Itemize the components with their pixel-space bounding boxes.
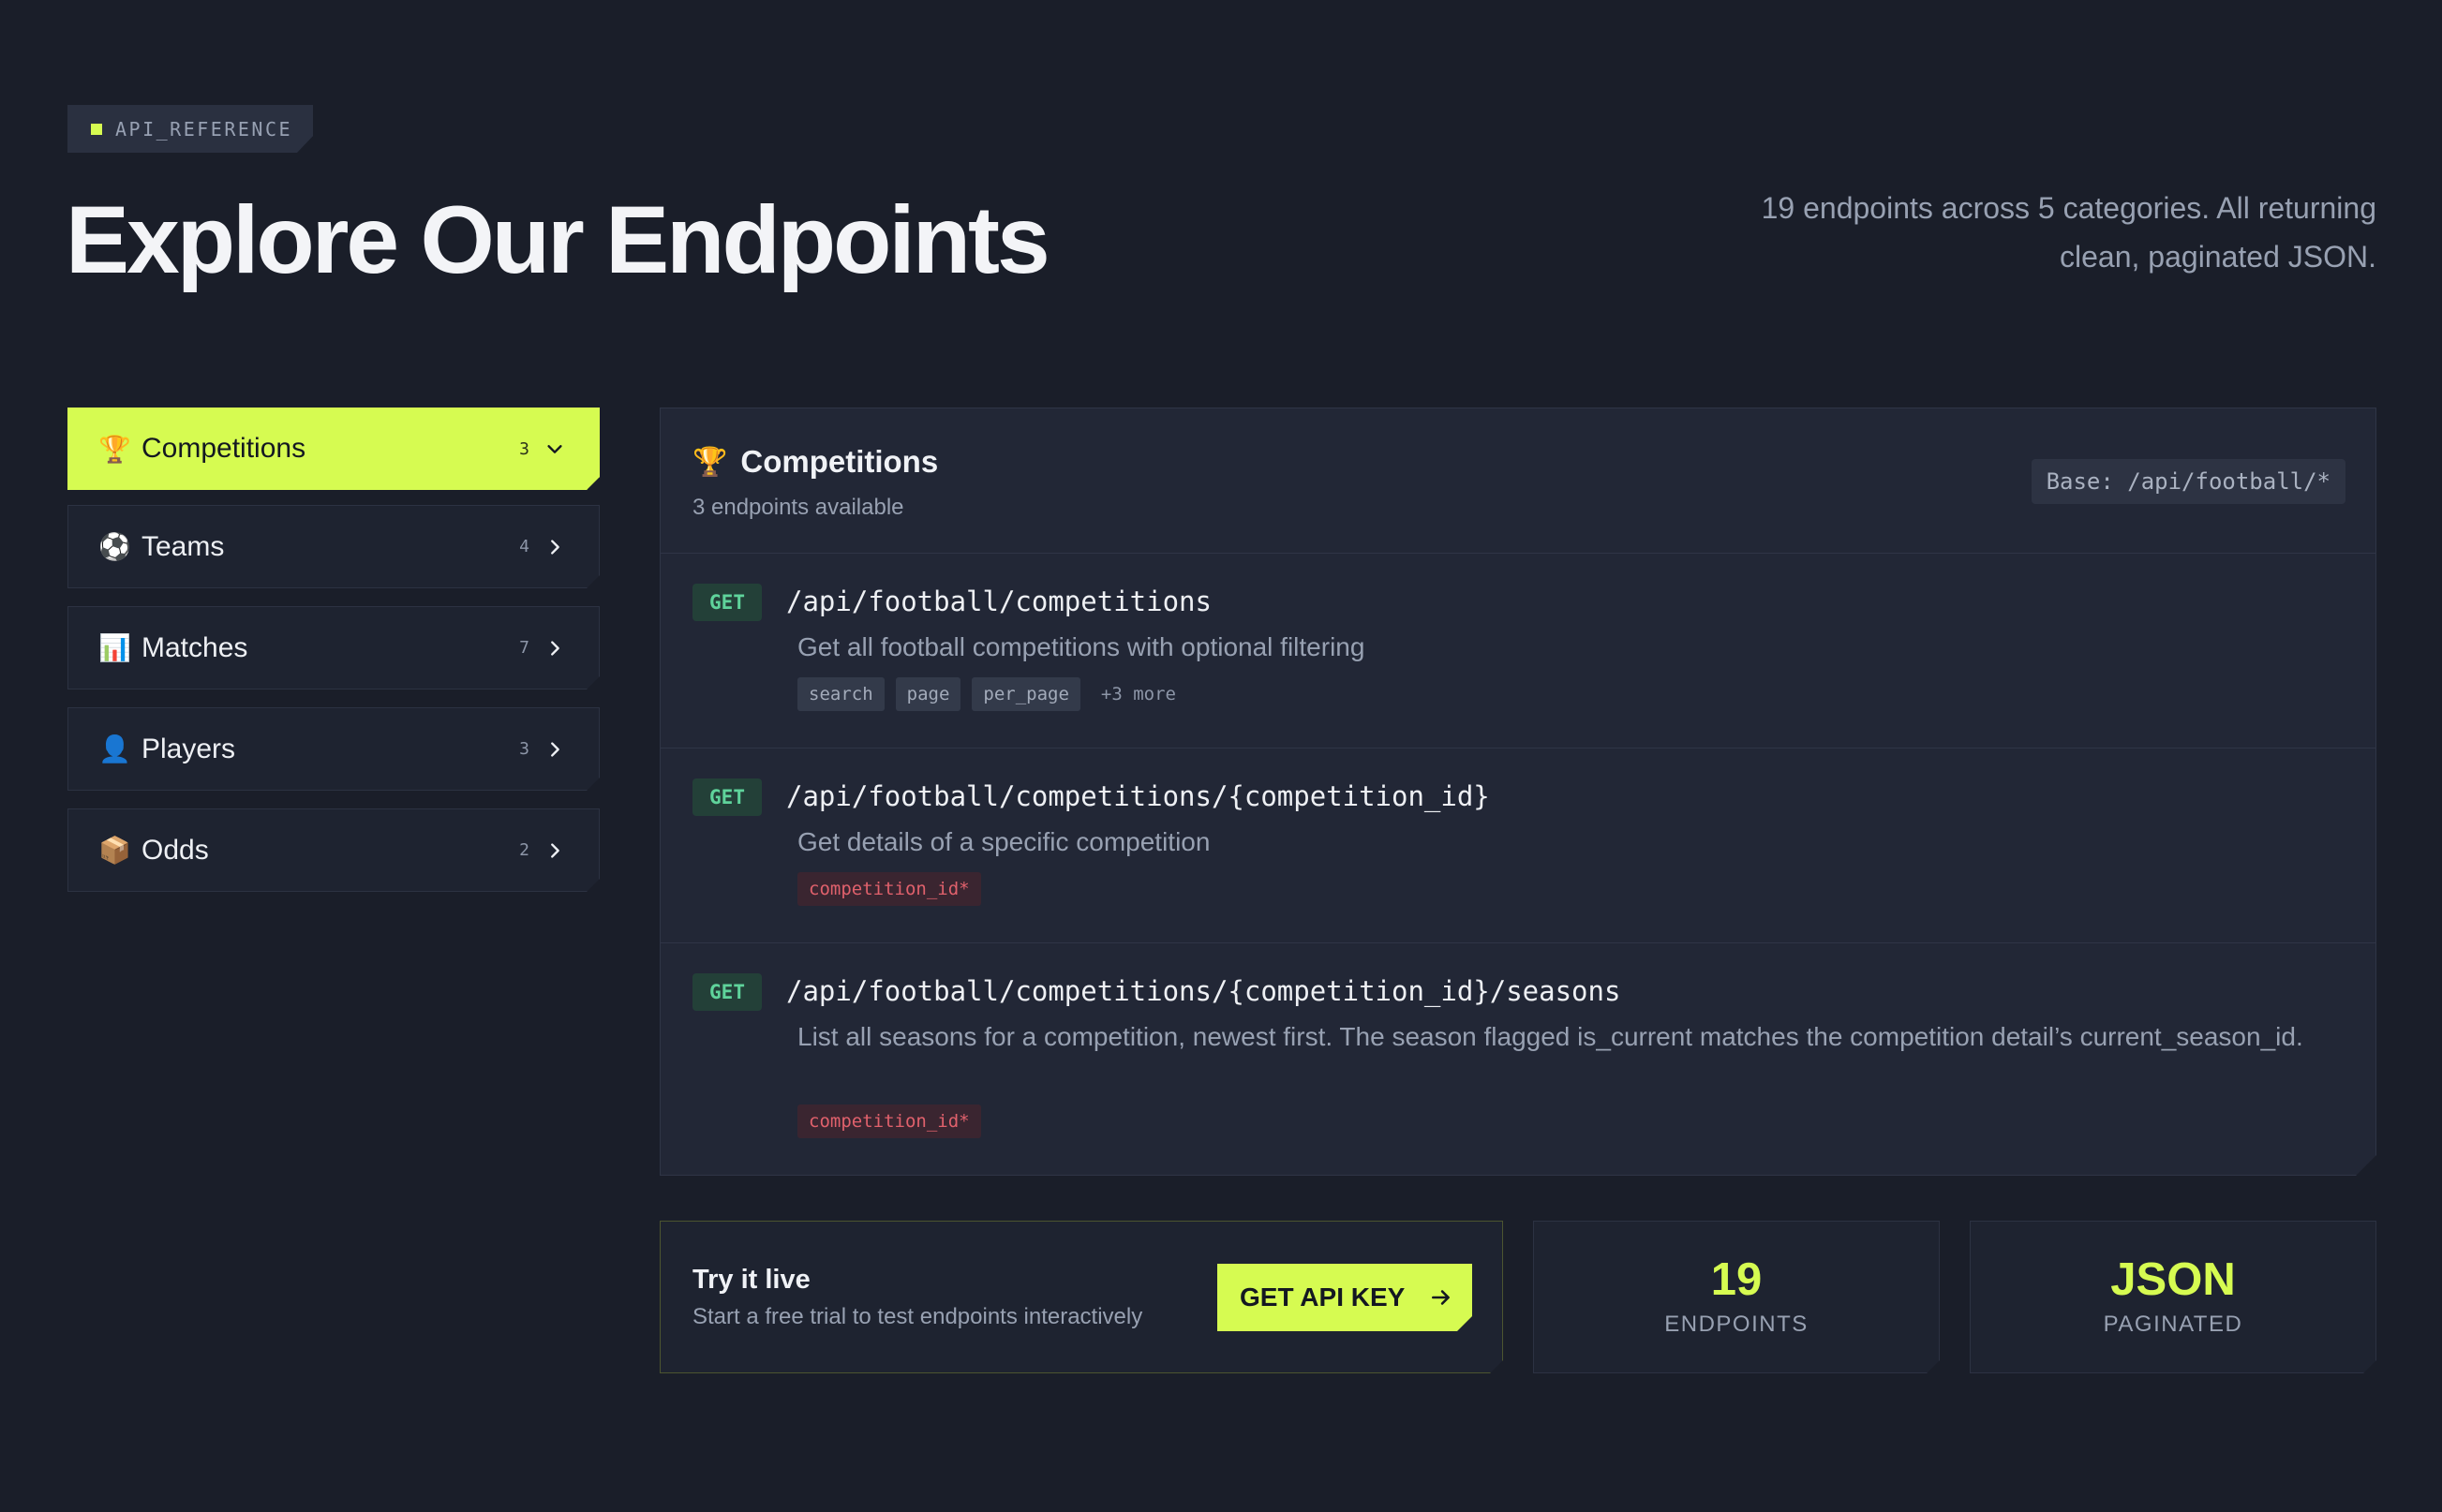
endpoint-row[interactable]: GET /api/football/competitions/{competit… (661, 943, 2375, 1174)
try-title: Try it live (692, 1265, 811, 1295)
stat-value: JSON (2110, 1254, 2236, 1305)
endpoint-path: /api/football/competitions (786, 586, 1212, 617)
param-list: competition_id* (797, 872, 981, 906)
method-badge: GET (692, 584, 762, 621)
soccer-ball-icon: ⚽ (98, 532, 131, 561)
page-subtitle: 19 endpoints across 5 categories. All re… (1761, 191, 2376, 274)
stat-value: 19 (1710, 1254, 1763, 1305)
chevron-down-icon (544, 438, 565, 459)
sidebar-item-label: Competitions (141, 433, 306, 464)
endpoint-description: Get details of a specific competition (797, 827, 1211, 856)
endpoint-path: /api/football/competitions/{competition_… (786, 780, 1490, 812)
method-badge: GET (692, 973, 762, 1011)
sidebar-item-odds[interactable]: 📦 Odds 2 (67, 808, 600, 892)
endpoint-description: List all seasons for a competition, newe… (797, 1022, 2303, 1051)
endpoints-panel: 🏆 Competitions 3 endpoints available Bas… (660, 408, 2376, 1176)
stat-label: ENDPOINTS (1664, 1311, 1809, 1337)
chevron-right-icon (544, 840, 565, 861)
page-title: Explore Our Endpoints (66, 186, 1050, 293)
param-chip: search (797, 677, 885, 711)
endpoint-row[interactable]: GET /api/football/competitions/{competit… (661, 749, 2375, 943)
sidebar-item-label: Odds (141, 834, 209, 866)
endpoint-count: 3 (519, 438, 529, 459)
chevron-right-icon (544, 638, 565, 659)
more-params-label: +3 more (1100, 684, 1176, 704)
stat-label: PAGINATED (2103, 1311, 2243, 1337)
trophy-icon: 🏆 (692, 446, 728, 478)
required-param-chip: competition_id* (797, 1104, 981, 1138)
sidebar-item-competitions[interactable]: 🏆 Competitions 3 (67, 408, 600, 490)
bar-chart-icon: 📊 (98, 633, 131, 662)
endpoint-count: 4 (519, 537, 529, 556)
panel-title: Competitions (740, 444, 939, 479)
sidebar-item-label: Teams (141, 530, 225, 562)
stat-card-format: JSON PAGINATED (1970, 1221, 2376, 1373)
endpoint-count: 7 (519, 638, 529, 658)
sidebar-item-label: Matches (141, 631, 248, 663)
sidebar-item-teams[interactable]: ⚽ Teams 4 (67, 505, 600, 588)
endpoint-count: 3 (519, 739, 529, 759)
param-chip: per_page (972, 677, 1080, 711)
tag-square-icon (91, 124, 102, 135)
chevron-right-icon (544, 537, 565, 557)
panel-header: 🏆 Competitions 3 endpoints available Bas… (661, 408, 2375, 554)
endpoint-row[interactable]: GET /api/football/competitions Get all f… (661, 554, 2375, 749)
trophy-icon: 🏆 (98, 434, 131, 464)
section-tag: API_REFERENCE (67, 105, 313, 153)
try-subtitle: Start a free trial to test endpoints int… (692, 1304, 1143, 1329)
stat-card-endpoints: 19 ENDPOINTS (1533, 1221, 1940, 1373)
get-api-key-label: GET API KEY (1240, 1282, 1406, 1312)
chevron-right-icon (544, 739, 565, 760)
param-chip: page (896, 677, 961, 711)
base-path-badge: Base: /api/football/* (2032, 459, 2345, 504)
endpoint-description: Get all football competitions with optio… (797, 632, 1365, 661)
method-badge: GET (692, 778, 762, 816)
category-sidebar: 🏆 Competitions 3 ⚽ Teams 4 📊 Matches 7 👤 (67, 408, 600, 910)
sidebar-item-players[interactable]: 👤 Players 3 (67, 707, 600, 791)
arrow-right-icon (1429, 1285, 1453, 1310)
param-list: competition_id* (797, 1104, 981, 1138)
endpoint-count: 2 (519, 840, 529, 860)
param-list: search page per_page +3 more (797, 677, 1176, 711)
required-param-chip: competition_id* (797, 872, 981, 906)
sidebar-item-label: Players (141, 733, 236, 764)
tag-label: API_REFERENCE (115, 117, 293, 141)
api-reference-page: API_REFERENCE Explore Our Endpoints 19 e… (0, 0, 2442, 1512)
person-icon: 👤 (98, 734, 131, 763)
try-it-live-card: Try it live Start a free trial to test e… (660, 1221, 1503, 1373)
endpoint-path: /api/football/competitions/{competition_… (786, 975, 1621, 1007)
sidebar-item-matches[interactable]: 📊 Matches 7 (67, 606, 600, 689)
package-icon: 📦 (98, 836, 131, 865)
get-api-key-button[interactable]: GET API KEY (1217, 1264, 1472, 1331)
